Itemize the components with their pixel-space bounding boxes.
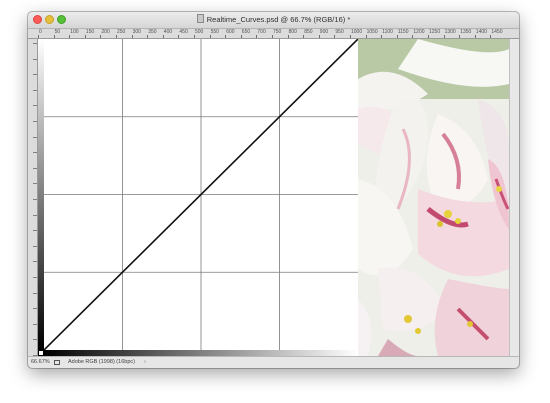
ruler-label: 250 [117, 29, 126, 35]
chevron-right-icon[interactable]: › [144, 357, 146, 368]
ruler-label: 200 [101, 29, 110, 35]
curves-graph[interactable] [44, 39, 358, 350]
ruler-label: 1150 [397, 29, 409, 35]
ruler-tick [33, 323, 37, 325]
ruler-label: 650 [241, 29, 251, 35]
ruler-tick [33, 74, 37, 76]
ruler-label: 1300 [444, 29, 456, 35]
vertical-ruler[interactable] [28, 39, 38, 356]
ruler-label: 850 [304, 29, 313, 35]
ruler-tick [33, 167, 37, 169]
horizontal-ruler[interactable]: 0 50 100 150 200 250 300 350 400 450 500 550 600 650 7… [28, 29, 519, 39]
ruler-tick [396, 35, 398, 38]
ruler-tick [459, 35, 461, 38]
ruler-tick [33, 261, 37, 263]
ruler-label: 50 [54, 29, 61, 35]
ruler-label: 900 [319, 29, 329, 35]
ruler-label: 1400 [475, 29, 487, 35]
ruler-tick [33, 136, 37, 138]
ruler-tick [474, 35, 476, 38]
ruler-tick [33, 308, 37, 310]
ruler-tick [334, 35, 336, 38]
ruler-tick [33, 152, 37, 154]
ruler-label: 1450 [491, 29, 503, 35]
ruler-tick [116, 35, 117, 38]
ruler-tick [443, 35, 445, 38]
color-profile-info[interactable]: Adobe RGB (1998) (16bpc) [68, 357, 135, 368]
ruler-tick [53, 35, 55, 38]
ruler-tick [33, 277, 37, 278]
ruler-tick [33, 121, 37, 122]
ruler-tick [84, 35, 86, 38]
window-title-area: Realtime_Curves.psd @ 66.7% (RGB/16) * [28, 14, 519, 26]
ruler-label: 950 [335, 29, 344, 35]
window-title: Realtime_Curves.psd @ 66.7% (RGB/16) * [206, 15, 351, 24]
document-canvas[interactable] [38, 39, 509, 356]
ruler-tick [147, 35, 149, 38]
ruler-label: 750 [273, 29, 282, 35]
vertical-scrollbar[interactable] [509, 39, 519, 356]
ruler-tick [318, 35, 320, 38]
ruler-label: 550 [210, 29, 219, 35]
ruler-tick [365, 35, 367, 38]
ruler-tick [490, 35, 492, 38]
ruler-tick [33, 58, 37, 60]
ruler-label: 150 [85, 29, 95, 35]
ruler-label: 600 [226, 29, 235, 35]
ruler-tick [33, 214, 37, 216]
ruler-tick [33, 230, 37, 232]
ruler-tick [194, 35, 195, 38]
ruler-tick [350, 35, 351, 38]
ruler-tick [33, 245, 37, 247]
ruler-tick [38, 35, 39, 38]
document-icon [196, 14, 204, 23]
ruler-tick [209, 35, 211, 38]
export-icon[interactable] [54, 360, 60, 365]
ruler-tick [287, 35, 289, 38]
ruler-tick [178, 35, 180, 38]
ruler-tick [428, 35, 429, 38]
photoshop-document-window: Realtime_Curves.psd @ 66.7% (RGB/16) * 0… [28, 12, 519, 368]
ruler-tick [225, 35, 227, 38]
ruler-tick [131, 35, 133, 38]
ruler-label: 1100 [382, 29, 393, 35]
ruler-tick [256, 35, 258, 38]
ruler-tick [381, 35, 383, 38]
ruler-tick [33, 43, 37, 44]
ruler-label: 300 [132, 29, 141, 35]
ruler-tick [33, 292, 37, 294]
ruler-label: 800 [288, 29, 297, 35]
ruler-label: 700 [257, 29, 266, 35]
ruler-label: 450 [179, 29, 188, 35]
ruler-tick [33, 89, 37, 91]
ruler-label: 1050 [366, 29, 378, 35]
ruler-tick [412, 35, 414, 38]
ruler-label: 100 [70, 29, 79, 35]
ruler-label: 0 [39, 29, 42, 35]
ruler-tick [33, 183, 37, 185]
ruler-label: 1000 [351, 29, 363, 35]
ruler-label: 1200 [413, 29, 425, 35]
ruler-tick [303, 35, 305, 38]
ruler-label: 1250 [429, 29, 441, 35]
ruler-tick [100, 35, 102, 38]
ruler-label: 350 [148, 29, 157, 35]
ruler-label: 500 [195, 29, 204, 35]
ruler-tick [33, 199, 37, 200]
title-bar[interactable]: Realtime_Curves.psd @ 66.7% (RGB/16) * [28, 12, 519, 29]
ruler-tick [33, 339, 37, 341]
flower-photo [358, 39, 509, 356]
status-bar: 66.67% Adobe RGB (1998) (16bpc) › [28, 356, 519, 368]
zoom-level[interactable]: 66.67% [31, 357, 50, 368]
ruler-tick [69, 35, 71, 38]
ruler-label: 1350 [460, 29, 472, 35]
ruler-tick [162, 35, 164, 38]
ruler-tick [272, 35, 273, 38]
ruler-tick [240, 35, 242, 38]
ruler-label: 400 [163, 29, 173, 35]
ruler-tick [33, 105, 37, 107]
